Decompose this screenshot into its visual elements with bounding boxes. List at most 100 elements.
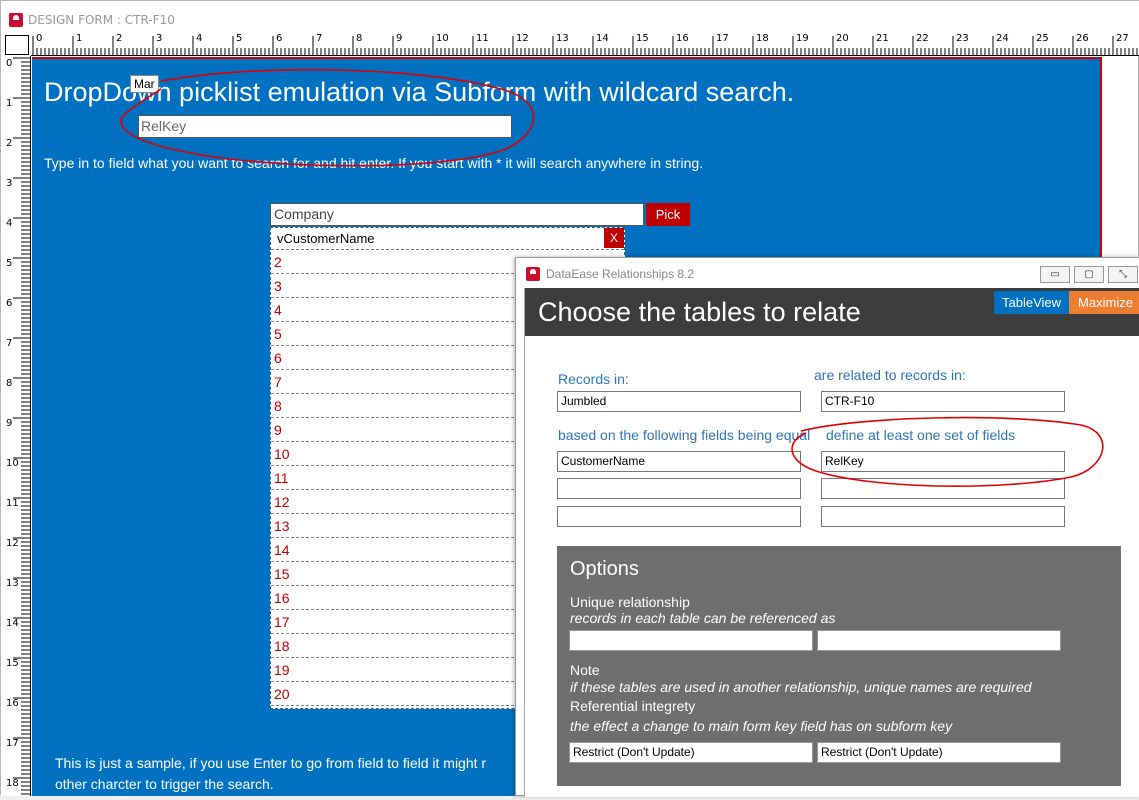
ref-integrity-right-select[interactable]: Restrict (Don't Update): [817, 742, 1061, 763]
ruler-tick-label: 22: [916, 33, 929, 44]
unique-relationship-label: Unique relationship: [570, 594, 690, 610]
horizontal-ruler: 0 1 2 3 4 5 6 7 8 9 10 11 12 13 14 15 16 17 18 19 20 21 22 23 24…: [31, 32, 1139, 56]
related-records-label: are related to records in:: [814, 367, 966, 383]
ruler-tick-label: 10: [436, 33, 449, 44]
row-number: 16: [274, 590, 290, 606]
ruler-tick-label: 21: [876, 33, 889, 44]
relkey-field[interactable]: RelKey: [138, 115, 512, 138]
ruler-tick-label: 0: [36, 33, 43, 44]
tooltip: Mar: [130, 75, 159, 93]
referential-integrity-label: Referential integrety: [570, 698, 696, 714]
ruler-tick-label: 11: [6, 498, 19, 509]
ruler-tick-label: 7: [316, 33, 323, 44]
right-field-3[interactable]: [821, 506, 1065, 527]
options-title: Options: [570, 558, 639, 580]
ruler-tick-label: 1: [76, 33, 83, 44]
row-number: 10: [274, 446, 290, 462]
design-window-title: DESIGN FORM : CTR-F10: [28, 13, 175, 27]
referential-integrity-note: the effect a change to main form key fie…: [570, 718, 953, 734]
records-in-table-field[interactable]: Jumbled: [557, 391, 801, 412]
ruler-tick-label: 0: [6, 58, 13, 69]
ruler-tick-label: 9: [396, 33, 403, 44]
instruction-text[interactable]: Type in to field what you want to search…: [44, 155, 703, 171]
ruler-tick-label: 4: [6, 218, 13, 229]
ruler-tick-label: 15: [6, 658, 19, 669]
unique-name-right-field[interactable]: [817, 630, 1061, 651]
company-search-field[interactable]: Company: [270, 203, 644, 226]
row-number: 14: [274, 542, 290, 558]
related-table-field[interactable]: CTR-F10: [821, 391, 1065, 412]
ruler-tick-label: 14: [6, 618, 19, 629]
vertical-ruler: 0 1 2 3 4 5 6 7 8 9 10 11 12 13 14 15 16 17 18: [1, 56, 31, 796]
rel-heading: Choose the tables to relate: [538, 297, 861, 327]
row-number: 6: [274, 350, 282, 366]
maximize-button[interactable]: Maximize: [1069, 291, 1139, 314]
records-in-label: Records in:: [558, 371, 629, 387]
ruler-tick-label: 17: [6, 738, 19, 749]
ruler-tick-label: 12: [516, 33, 529, 44]
footer-note-line-2: other charcter to trigger the search.: [55, 776, 274, 792]
ruler-tick-label: 2: [116, 33, 123, 44]
close-window-button[interactable]: ⤡: [1108, 266, 1138, 283]
ruler-tick-label: 6: [6, 298, 13, 309]
minimize-button[interactable]: ▭: [1040, 266, 1070, 283]
row-number: 8: [274, 398, 282, 414]
ruler-tick-label: 5: [236, 33, 243, 44]
row-number: 7: [274, 374, 282, 390]
left-field-1[interactable]: CustomerName: [557, 451, 801, 472]
ruler-tick-label: 10: [6, 458, 19, 469]
ruler-tick-label: 16: [6, 698, 19, 709]
dataease-app-icon: [9, 13, 23, 27]
ruler-tick-label: 2: [6, 138, 13, 149]
design-form-window: DESIGN FORM : CTR-F10 0 1 2 3 4 5 6 7 8 9 10 11 12 13…: [0, 0, 1139, 797]
subform-close-button[interactable]: X: [604, 228, 624, 248]
ruler-tick-label: 7: [6, 338, 13, 349]
left-field-2[interactable]: [557, 478, 801, 499]
ruler-tick-label: 5: [6, 258, 13, 269]
ruler-tick-label: 3: [156, 33, 163, 44]
row-number: 9: [274, 422, 282, 438]
row-number: 15: [274, 566, 290, 582]
ruler-tick-label: 16: [676, 33, 689, 44]
ruler-tick-label: 13: [556, 33, 569, 44]
right-field-1[interactable]: RelKey: [821, 451, 1065, 472]
subform-header: vCustomerName X: [271, 228, 624, 250]
tableview-button[interactable]: TableView: [994, 291, 1069, 314]
ruler-tick-label: 18: [756, 33, 769, 44]
footer-note-line-1: This is just a sample, if you use Enter …: [55, 755, 487, 771]
ref-integrity-left-select[interactable]: Restrict (Don't Update): [569, 742, 813, 763]
ruler-tick-label: 8: [356, 33, 363, 44]
row-number: 12: [274, 494, 290, 510]
ruler-tick-label: 24: [996, 33, 1009, 44]
note-label: Note: [570, 662, 600, 678]
ruler-tick-label: 4: [196, 33, 203, 44]
design-titlebar[interactable]: DESIGN FORM : CTR-F10: [1, 1, 1139, 32]
footer-note[interactable]: This is just a sample, if you use Enter …: [55, 753, 486, 795]
subform-column-header[interactable]: vCustomerName: [277, 231, 375, 246]
relationships-dialog: DataEase Relationships 8.2 ▭ ▢ ⤡ Choose …: [515, 257, 1139, 797]
right-field-2[interactable]: [821, 478, 1065, 499]
row-number: 11: [274, 470, 289, 486]
ruler-tick-label: 11: [476, 33, 489, 44]
ruler-tick-label: 19: [796, 33, 809, 44]
ruler-tick-label: 12: [6, 538, 19, 549]
row-number: 4: [274, 302, 282, 318]
ruler-tick-label: 17: [716, 33, 729, 44]
ruler-tick-label: 18: [6, 778, 19, 789]
restore-button[interactable]: ▢: [1074, 266, 1104, 283]
row-number: 3: [274, 278, 282, 294]
row-number: 13: [274, 518, 290, 534]
dataease-app-icon: [526, 267, 540, 281]
rel-dialog-titlebar[interactable]: DataEase Relationships 8.2 ▭ ▢ ⤡: [516, 258, 1139, 286]
row-number: 17: [274, 614, 290, 630]
ruler-tick-label: 1: [6, 98, 13, 109]
ruler-tick-label: 6: [276, 33, 283, 44]
pick-button[interactable]: Pick: [646, 203, 690, 226]
ruler-tick-label: 25: [1036, 33, 1049, 44]
ruler-tick-label: 3: [6, 178, 13, 189]
left-field-3[interactable]: [557, 506, 801, 527]
ruler-tick-label: 13: [6, 578, 19, 589]
ruler-tick-label: 9: [6, 418, 13, 429]
unique-name-left-field[interactable]: [569, 630, 813, 651]
options-panel: Options Unique relationship records in e…: [557, 546, 1121, 786]
